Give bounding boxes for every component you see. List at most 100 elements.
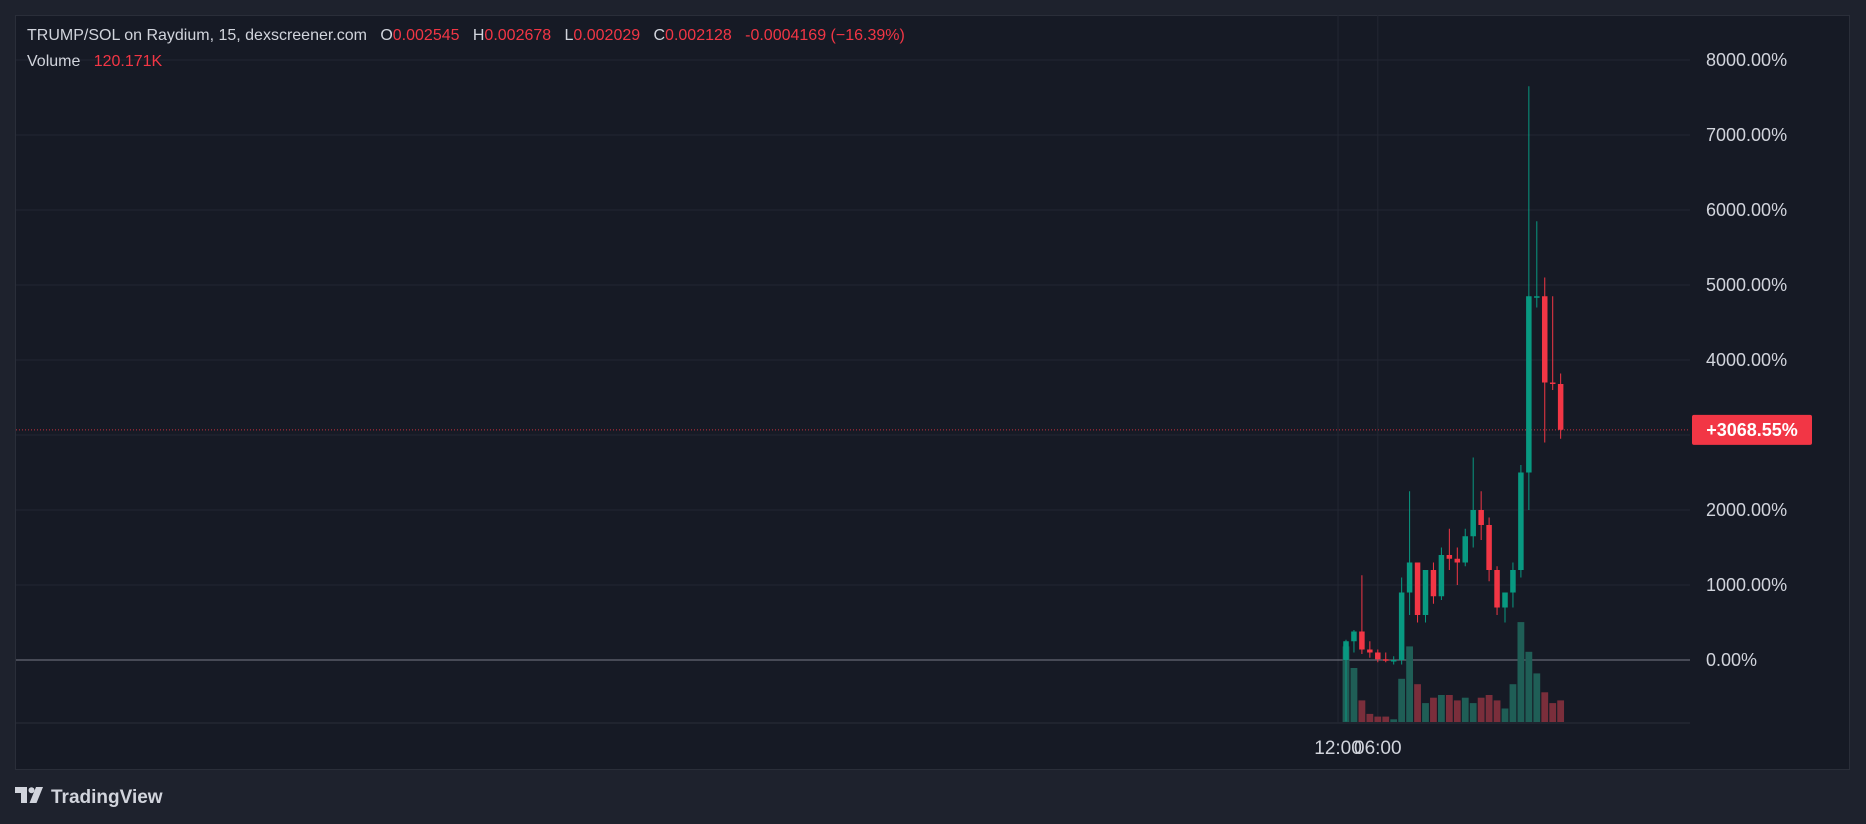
x-axis: 06:0012:00 <box>1314 738 1401 759</box>
candle <box>1518 465 1524 578</box>
candle <box>1383 652 1389 663</box>
volume-bar <box>1533 673 1541 722</box>
change-value: -0.0004169 (−16.39%) <box>745 27 905 44</box>
volume-bar <box>1453 700 1461 722</box>
candle-body <box>1557 384 1564 430</box>
close-value: 0.002128 <box>665 27 732 44</box>
tradingview-brand[interactable]: TradingView <box>15 786 163 810</box>
x-tick-label: 12:00 <box>1314 738 1362 759</box>
volume-bar <box>1422 703 1429 722</box>
y-tick-label: 7000.00% <box>1706 125 1787 145</box>
candle <box>1486 517 1492 582</box>
y-tick-label: 4000.00% <box>1706 350 1787 370</box>
symbol-legend: TRUMP/SOL on Raydium, 15, dexscreener.co… <box>27 27 905 45</box>
candle-body <box>1494 570 1500 608</box>
open-value: 0.002545 <box>392 27 460 44</box>
candle-body <box>1534 296 1540 298</box>
candle <box>1502 592 1508 623</box>
candle-body <box>1438 555 1445 597</box>
volume-bar <box>1517 622 1525 722</box>
grid-lines <box>16 15 1690 724</box>
y-tick-label: 8000.00% <box>1706 50 1787 70</box>
volume-bar <box>1382 716 1390 722</box>
y-tick-label: 5000.00% <box>1706 275 1787 295</box>
candle <box>1526 86 1532 510</box>
candle-body <box>1510 570 1516 593</box>
candle-body <box>1526 296 1532 473</box>
volume-bar <box>1430 697 1437 722</box>
volume-value: 120.171K <box>93 53 163 70</box>
volume-bar <box>1509 684 1517 722</box>
candle <box>1478 491 1484 540</box>
tradingview-logo-icon <box>15 787 45 809</box>
candle-body <box>1359 631 1365 650</box>
volume-bar <box>1438 695 1445 722</box>
candle <box>1414 562 1421 623</box>
candle <box>1446 528 1453 570</box>
volume-bar <box>1414 684 1421 722</box>
open-label: O <box>380 27 393 44</box>
candle-body <box>1375 652 1381 660</box>
candle-body <box>1462 536 1468 563</box>
candle <box>1430 562 1437 604</box>
candle <box>1494 566 1500 615</box>
candle-body <box>1470 510 1476 537</box>
last-value-label: +3068.55% <box>1706 420 1798 440</box>
volume-bar <box>1477 697 1485 722</box>
candle <box>1510 562 1516 608</box>
volume-bar <box>1469 703 1477 722</box>
y-axis: 8000.00% 7000.00% 6000.00% 5000.00% 4000.00%… <box>1706 50 1787 670</box>
candle <box>1462 528 1468 567</box>
symbol-title[interactable]: TRUMP/SOL on Raydium, 15, dexscreener.co… <box>27 27 367 44</box>
close-label: C <box>653 27 666 44</box>
candle-body <box>1502 592 1508 608</box>
chart-canvas[interactable]: 8000.00% 7000.00% 6000.00% 5000.00% 4000.00%… <box>0 0 1866 824</box>
candle <box>1557 373 1564 439</box>
candle-body <box>1422 570 1429 615</box>
candle <box>1549 296 1556 390</box>
candle-body <box>1446 555 1453 559</box>
candle-body <box>1478 510 1484 525</box>
candle-body <box>1367 649 1373 653</box>
candle-body <box>1351 631 1357 642</box>
volume-bar <box>1541 692 1549 722</box>
candle-body <box>1398 592 1405 660</box>
volume-label[interactable]: Volume <box>27 53 80 70</box>
y-tick-label: 6000.00% <box>1706 200 1787 220</box>
candle-body <box>1390 660 1397 662</box>
candle-body <box>1518 472 1524 570</box>
candle-body <box>1343 641 1349 660</box>
candle <box>1454 547 1461 585</box>
y-tick-label: 1000.00% <box>1706 575 1787 595</box>
candle-body <box>1549 382 1556 384</box>
candle <box>1470 457 1476 548</box>
volume-legend: Volume 120.171K <box>27 53 162 71</box>
volume-bar <box>1366 713 1374 722</box>
volume-bar <box>1406 646 1413 722</box>
volume-bar <box>1374 716 1382 722</box>
candle-body <box>1430 570 1437 597</box>
y-tick-label: 0.00% <box>1706 650 1757 670</box>
candle <box>1438 547 1445 600</box>
high-label: H <box>472 27 485 44</box>
volume-bars <box>1342 622 1565 722</box>
y-tick-label: 2000.00% <box>1706 500 1787 520</box>
volume-bar <box>1390 719 1398 722</box>
candles <box>1343 86 1564 722</box>
candle-body <box>1486 525 1492 570</box>
volume-bar <box>1525 651 1533 722</box>
candle-body <box>1406 562 1413 593</box>
candle-body <box>1383 659 1389 661</box>
volume-bar <box>1398 678 1406 722</box>
volume-bar <box>1350 668 1358 722</box>
volume-bar <box>1549 703 1557 722</box>
volume-bar <box>1493 700 1501 722</box>
candle <box>1390 656 1397 665</box>
low-value: 0.002029 <box>573 27 641 44</box>
candle <box>1367 641 1373 658</box>
candle <box>1534 221 1540 308</box>
volume-bar <box>1461 697 1469 722</box>
candle <box>1422 570 1429 623</box>
volume-bar <box>1445 695 1453 722</box>
high-value: 0.002678 <box>484 27 552 44</box>
